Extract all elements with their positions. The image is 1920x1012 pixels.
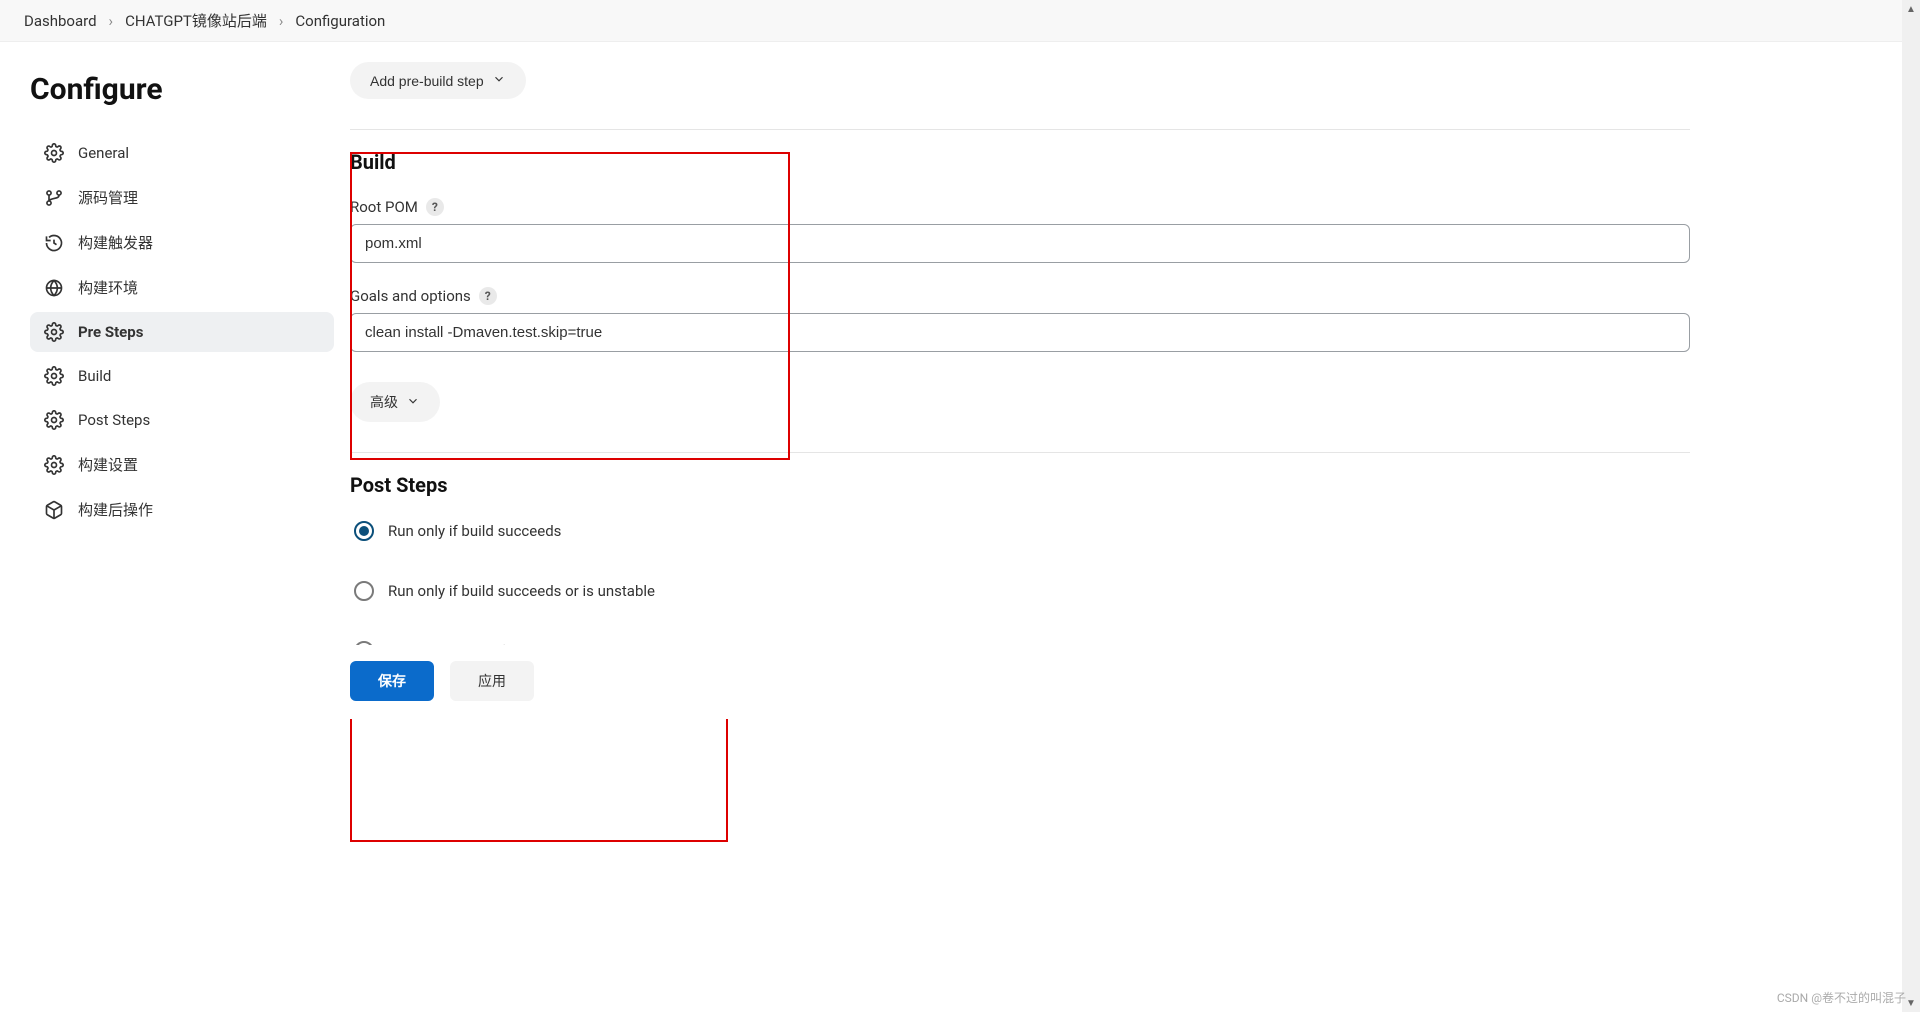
sidebar-item-post-build[interactable]: 构建后操作 — [30, 489, 334, 530]
sidebar-nav: General 源码管理 构建触发器 构建环境 Pre Steps — [30, 133, 334, 530]
radio-label: Run only if build succeeds or is unstabl… — [388, 582, 655, 600]
sidebar-item-triggers[interactable]: 构建触发器 — [30, 222, 334, 263]
advanced-button[interactable]: 高级 — [350, 382, 440, 422]
gear-icon — [44, 143, 64, 163]
main-content: Add pre-build step Build Root POM ? — [350, 62, 1690, 719]
goals-input[interactable] — [350, 313, 1690, 352]
sidebar-item-environment[interactable]: 构建环境 — [30, 267, 334, 308]
radio-icon — [354, 581, 374, 601]
sidebar-item-label: Build — [78, 367, 111, 385]
chevron-down-icon — [406, 394, 420, 411]
gear-icon — [44, 366, 64, 386]
chevron-right-icon: › — [109, 12, 114, 30]
sidebar-item-pre-steps[interactable]: Pre Steps — [30, 312, 334, 352]
globe-icon — [44, 278, 64, 298]
goals-label: Goals and options ? — [350, 287, 1690, 305]
apply-button[interactable]: 应用 — [450, 661, 534, 701]
sidebar-item-general[interactable]: General — [30, 133, 334, 173]
section-title-build: Build — [350, 150, 1690, 174]
sidebar-item-label: Post Steps — [78, 411, 150, 429]
sidebar-item-build[interactable]: Build — [30, 356, 334, 396]
root-pom-input[interactable] — [350, 224, 1690, 263]
breadcrumb-item-project[interactable]: CHATGPT镜像站后端 — [125, 10, 267, 31]
sidebar-item-label: General — [78, 144, 129, 162]
section-title-post-steps: Post Steps — [350, 473, 1690, 497]
radio-run-if-succeeds[interactable]: Run only if build succeeds — [354, 521, 1690, 541]
sidebar-item-post-steps[interactable]: Post Steps — [30, 400, 334, 440]
chevron-right-icon: › — [279, 12, 284, 30]
build-section: Build Root POM ? Goals and options ? — [350, 150, 1690, 422]
radio-run-if-succeeds-or-unstable[interactable]: Run only if build succeeds or is unstabl… — [354, 581, 1690, 601]
sidebar-item-label: 构建触发器 — [78, 232, 153, 253]
page-title: Configure — [30, 72, 334, 107]
button-label: 高级 — [370, 392, 398, 412]
clock-icon — [44, 233, 64, 253]
add-pre-build-step-button[interactable]: Add pre-build step — [350, 62, 526, 99]
branch-icon — [44, 188, 64, 208]
sidebar-item-label: 构建设置 — [78, 454, 138, 475]
scroll-track[interactable] — [1902, 18, 1920, 994]
watermark: CSDN @卷不过的叫混子 — [1777, 989, 1906, 1006]
box-icon — [44, 500, 64, 520]
breadcrumb-item-dashboard[interactable]: Dashboard — [24, 12, 97, 30]
help-icon[interactable]: ? — [426, 198, 444, 216]
gear-icon — [44, 322, 64, 342]
sidebar-item-scm[interactable]: 源码管理 — [30, 177, 334, 218]
sidebar-item-label: 源码管理 — [78, 187, 138, 208]
sidebar-item-label: Pre Steps — [78, 323, 143, 341]
sidebar-item-label: 构建环境 — [78, 277, 138, 298]
footer-actions: 保存 应用 — [350, 645, 1690, 719]
gear-icon — [44, 455, 64, 475]
button-label: Add pre-build step — [370, 73, 484, 89]
divider — [350, 452, 1690, 453]
root-pom-label: Root POM ? — [350, 198, 1690, 216]
sidebar: Configure General 源码管理 构建触发器 构建环境 — [0, 42, 350, 1012]
scroll-up-icon[interactable]: ▲ — [1902, 0, 1920, 18]
scrollbar[interactable]: ▲ ▼ — [1902, 0, 1920, 1012]
radio-label: Run only if build succeeds — [388, 522, 561, 540]
radio-icon — [354, 521, 374, 541]
sidebar-item-label: 构建后操作 — [78, 499, 153, 520]
breadcrumb-item-configuration[interactable]: Configuration — [295, 12, 385, 30]
save-button[interactable]: 保存 — [350, 661, 434, 701]
help-icon[interactable]: ? — [479, 287, 497, 305]
sidebar-item-build-settings[interactable]: 构建设置 — [30, 444, 334, 485]
divider — [350, 129, 1690, 130]
chevron-down-icon — [492, 72, 506, 89]
breadcrumb: Dashboard › CHATGPT镜像站后端 › Configuration — [0, 0, 1920, 42]
gear-icon — [44, 410, 64, 430]
